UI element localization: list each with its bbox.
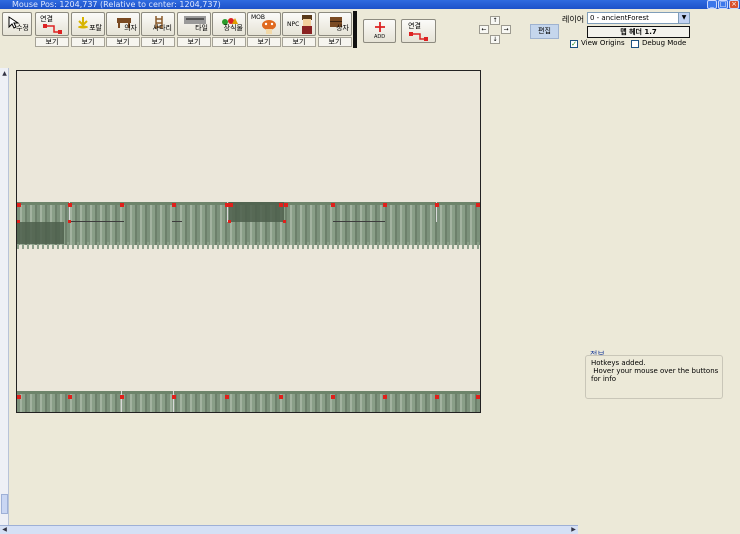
foothold-marker[interactable] (331, 203, 335, 207)
connect-button-2[interactable]: 연결 (401, 19, 436, 43)
scroll-up-button[interactable]: ↑ (490, 16, 500, 25)
edit-tool-label: 수정 (16, 24, 29, 32)
scroll-up-arrow-icon[interactable]: ▲ (1, 70, 8, 78)
vertical-scrollbar[interactable] (0, 68, 9, 526)
npc-label: NPC (287, 21, 300, 28)
add-label: ADD (374, 34, 386, 40)
scroll-left-arrow-icon[interactable]: ◀ (0, 526, 9, 534)
scroll-down-button[interactable]: ↓ (490, 35, 500, 44)
foothold-marker[interactable] (383, 395, 387, 399)
foothold-marker[interactable] (435, 203, 439, 207)
dark-tile (229, 202, 284, 222)
foothold-marker[interactable] (120, 203, 124, 207)
map-canvas[interactable] (16, 70, 481, 413)
foothold-marker[interactable] (331, 395, 335, 399)
tool-button-connect[interactable]: 연결 (35, 12, 69, 36)
view-origins-checkbox[interactable]: ✓ (570, 40, 578, 48)
window-controls: _ □ × (707, 0, 739, 9)
foothold-marker[interactable] (68, 220, 71, 223)
vertical-scroll-thumb[interactable] (1, 494, 8, 514)
foothold-marker[interactable] (120, 395, 124, 399)
view-button-tile[interactable]: 보기 (177, 37, 211, 47)
scroll-right-arrow-icon[interactable]: ▶ (569, 526, 578, 534)
minimize-button[interactable]: _ (707, 0, 717, 9)
foothold-line (69, 221, 124, 222)
tool-button-npc[interactable]: NPC (282, 12, 316, 36)
layer-select[interactable]: 0 - ancientForest ▼ (587, 12, 690, 24)
connect-icon (43, 24, 62, 34)
foothold-marker[interactable] (435, 395, 439, 399)
foothold-marker[interactable] (283, 220, 286, 223)
foothold-marker[interactable] (383, 203, 387, 207)
debug-mode-checkbox[interactable] (631, 40, 639, 48)
info-line: Hover your mouse over the buttons (591, 367, 719, 375)
chevron-down-icon[interactable]: ▼ (678, 13, 689, 23)
foothold-marker[interactable] (17, 203, 21, 207)
view-button-chair[interactable]: 보기 (106, 37, 140, 47)
foothold-marker[interactable] (228, 220, 231, 223)
tool-button-decoration[interactable]: 장식물 (212, 12, 246, 36)
portal-icon (78, 17, 88, 29)
title-bar: Mouse Pos: 1204,737 (Relative to center:… (0, 0, 740, 9)
view-origins-label: View Origins (581, 39, 625, 47)
edit-mode-button[interactable]: 편집 (530, 24, 559, 39)
add-button[interactable]: ADD (363, 19, 396, 43)
toolbar-separator (353, 11, 357, 48)
window-title: Mouse Pos: 1204,737 (Relative to center:… (12, 0, 221, 9)
info-line: Hotkeys added. (591, 359, 646, 367)
tool-button-ladder[interactable]: 사다리 (141, 12, 175, 36)
foothold-marker[interactable] (476, 203, 480, 207)
foothold-marker[interactable] (229, 203, 233, 207)
npc-icon (302, 15, 312, 34)
foothold-line (172, 221, 182, 222)
tool-button-portal[interactable]: 포탈 (71, 12, 105, 36)
foothold-marker[interactable] (225, 395, 229, 399)
debug-mode-label: Debug Mode (642, 39, 687, 47)
box-label: 상자 (336, 24, 349, 32)
close-button[interactable]: × (729, 0, 739, 9)
info-box: Hotkeys added. Hover your mouse over the… (585, 355, 723, 399)
foothold-marker[interactable] (68, 395, 72, 399)
layer-select-value: 0 - ancientForest (590, 14, 649, 22)
lower-platform (17, 391, 480, 412)
tool-button-mob[interactable]: MOB (247, 12, 281, 36)
foothold-marker[interactable] (284, 203, 288, 207)
decoration-label: 장식물 (223, 24, 243, 32)
tool-button-box[interactable]: 상자 (318, 12, 352, 36)
view-button-portal[interactable]: 보기 (71, 37, 105, 47)
view-button-box[interactable]: 보기 (318, 37, 352, 47)
scroll-right-button[interactable]: → (501, 25, 511, 34)
foothold-marker[interactable] (476, 395, 480, 399)
maximize-button[interactable]: □ (718, 0, 728, 9)
tile-label: 타일 (195, 24, 208, 32)
foothold-marker[interactable] (17, 395, 21, 399)
foothold-marker[interactable] (17, 220, 20, 223)
mob-icon (262, 20, 276, 34)
ladder-label: 사다리 (152, 24, 172, 32)
scroll-left-button[interactable]: ← (479, 25, 489, 34)
horizontal-scrollbar[interactable]: ◀ ▶ (0, 525, 578, 534)
foothold-marker[interactable] (172, 203, 176, 207)
map-header-button[interactable]: 맵 헤더 1.7 (587, 26, 690, 38)
connect-icon (409, 32, 428, 41)
plus-icon (375, 22, 385, 32)
tool-button-chair[interactable]: 의자 (106, 12, 140, 36)
tool-button-tile[interactable]: 타일 (177, 12, 211, 36)
edit-tool-button[interactable]: 수정 (2, 12, 32, 36)
foothold-line (333, 221, 385, 222)
info-line: for info (591, 375, 616, 383)
view-button-npc[interactable]: 보기 (282, 37, 316, 47)
foothold-marker[interactable] (279, 395, 283, 399)
view-button-connect[interactable]: 보기 (35, 37, 69, 47)
foothold-marker[interactable] (172, 395, 176, 399)
portal-label: 포탈 (89, 24, 102, 32)
view-button-ladder[interactable]: 보기 (141, 37, 175, 47)
view-button-mob[interactable]: 보기 (247, 37, 281, 47)
foothold-marker[interactable] (68, 203, 72, 207)
chair-label: 의자 (124, 24, 137, 32)
layer-label: 레이어 (562, 15, 585, 24)
foothold-marker[interactable] (279, 203, 283, 207)
dark-tile (17, 222, 64, 244)
view-button-decoration[interactable]: 보기 (212, 37, 246, 47)
